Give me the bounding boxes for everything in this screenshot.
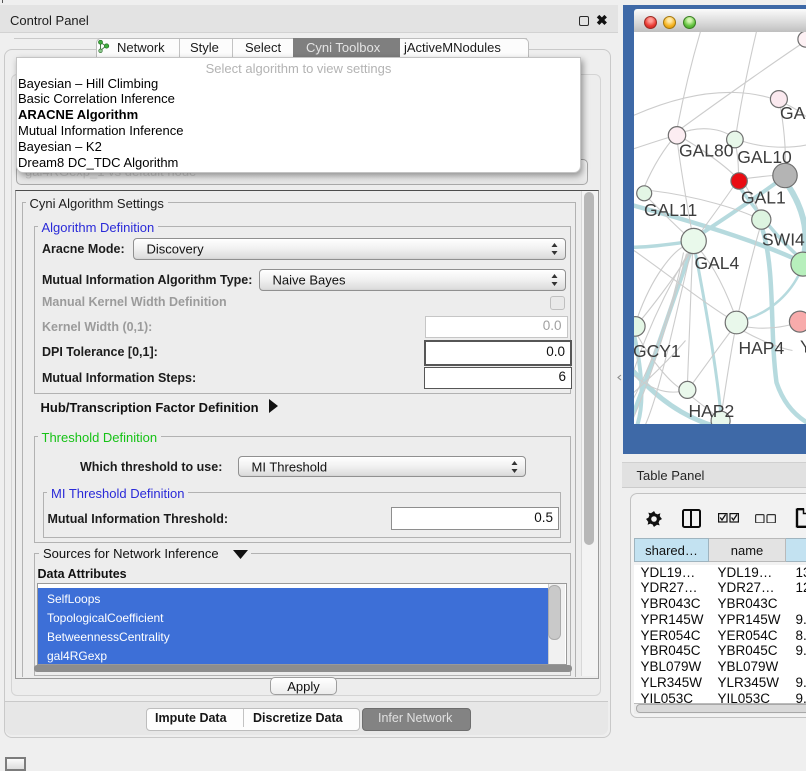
svg-text:Y: Y [800, 336, 806, 356]
svg-text:HAP4: HAP4 [738, 338, 784, 358]
svg-text:GAL1: GAL1 [741, 187, 786, 207]
svg-text:GAL4: GAL4 [694, 253, 739, 273]
svg-text:GCY1: GCY1 [634, 341, 681, 361]
svg-text:GAL10: GAL10 [737, 147, 792, 167]
svg-text:HAP2: HAP2 [688, 401, 734, 421]
svg-text:GAL7: GAL7 [780, 103, 806, 123]
svg-text:GAL80: GAL80 [679, 140, 734, 160]
svg-text:SWI4: SWI4 [762, 229, 805, 249]
svg-text:GAL11: GAL11 [644, 200, 697, 220]
